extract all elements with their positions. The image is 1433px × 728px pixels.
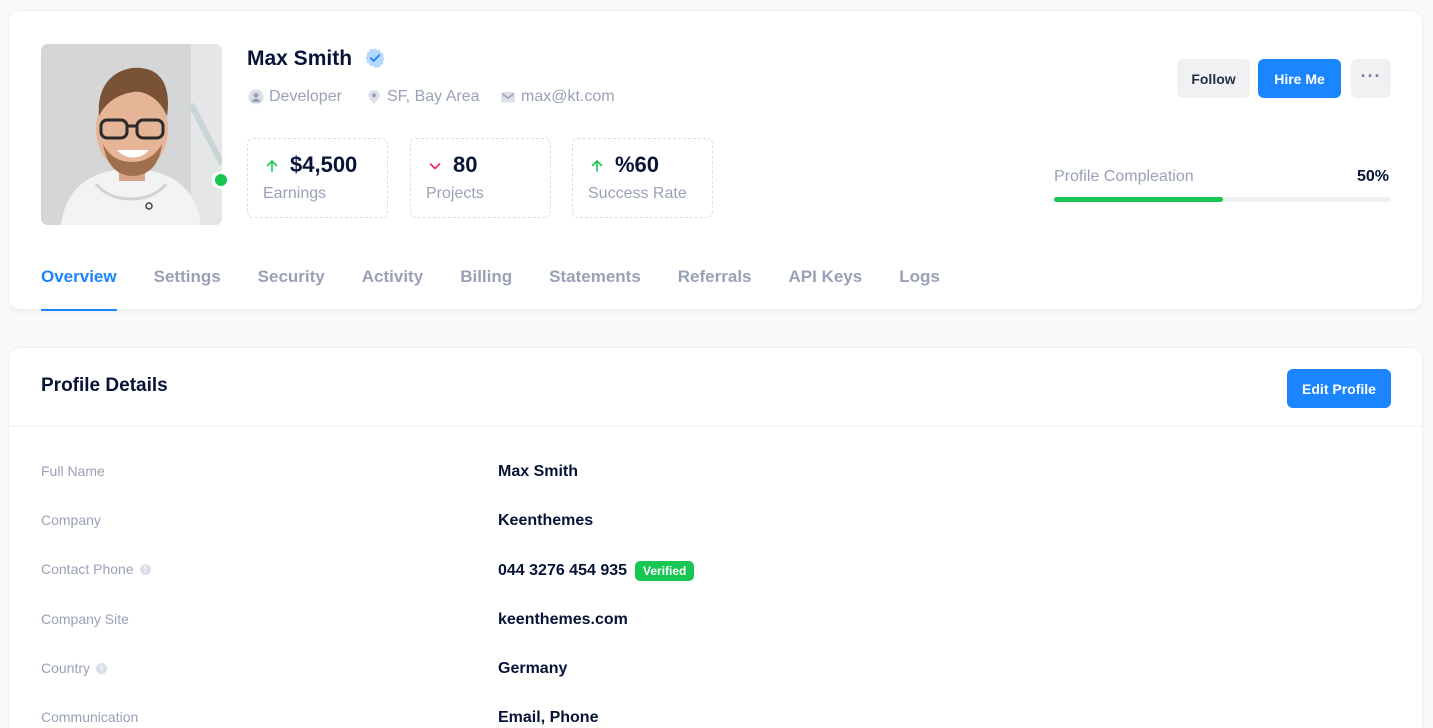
stat-earnings: $4,500 Earnings [247, 138, 388, 218]
arrow-up-icon [266, 160, 278, 172]
tab-activity[interactable]: Activity [362, 254, 423, 311]
detail-row: Contact Phone! 044 3276 454 935 Verified [9, 561, 1422, 585]
user-icon [248, 89, 264, 105]
detail-value: Max Smith [498, 463, 578, 481]
profile-email-text: max@kt.com [521, 88, 615, 105]
verified-badge-icon [365, 48, 385, 68]
detail-label-text: Contact Phone [41, 561, 134, 577]
stat-value: 80 [453, 152, 478, 177]
arrow-up-icon [591, 160, 603, 172]
tab-referrals[interactable]: Referrals [678, 254, 752, 311]
follow-button[interactable]: Follow [1177, 59, 1250, 98]
detail-label: Full Name [41, 463, 105, 479]
profile-details-title: Profile Details [41, 375, 168, 396]
profile-role: Developer [248, 87, 342, 107]
detail-value: Email, Phone [498, 709, 598, 727]
profile-completion-bar [1054, 197, 1391, 202]
tab-statements[interactable]: Statements [549, 254, 641, 311]
detail-label: Communication [41, 709, 138, 725]
detail-value-text: keenthemes.com [498, 611, 628, 628]
info-icon[interactable]: ! [96, 662, 108, 674]
profile-header-card: Max Smith Developer SF, Bay Area max@kt.… [8, 10, 1423, 311]
tab-logs[interactable]: Logs [899, 254, 940, 311]
stat-value: $4,500 [290, 152, 358, 177]
profile-location-text: SF, Bay Area [387, 88, 480, 105]
detail-row: Country! Germany [9, 660, 1422, 684]
online-status-dot [212, 171, 230, 189]
stat-label: Projects [426, 185, 484, 202]
detail-label-text: Full Name [41, 463, 105, 479]
detail-row: Full Name Max Smith [9, 463, 1422, 487]
detail-label: Company [41, 512, 101, 528]
detail-label-text: Company [41, 512, 101, 528]
profile-completion-label: Profile Compleation [1054, 168, 1194, 185]
detail-row: Communication Email, Phone [9, 709, 1422, 728]
profile-completion-fill [1054, 197, 1223, 202]
map-pin-icon [368, 90, 380, 104]
avatar-photo [41, 44, 222, 225]
tab-overview[interactable]: Overview [41, 254, 117, 311]
envelope-icon [501, 92, 515, 103]
detail-row: Company Site keenthemes.com [9, 611, 1422, 635]
tab-api-keys[interactable]: API Keys [789, 254, 863, 311]
detail-value-text: Germany [498, 660, 568, 677]
detail-value: Keenthemes [498, 512, 593, 530]
hire-me-button[interactable]: Hire Me [1258, 59, 1341, 98]
detail-value: Germany [498, 660, 567, 678]
tab-billing[interactable]: Billing [460, 254, 512, 311]
info-icon[interactable]: ! [139, 563, 151, 575]
detail-label-text: Country [41, 660, 91, 676]
detail-value: 044 3276 454 935 Verified [498, 561, 695, 581]
more-options-button[interactable]: ··· [1351, 59, 1391, 98]
edit-profile-button[interactable]: Edit Profile [1287, 369, 1391, 408]
profile-details-card: Profile Details Edit Profile Full Name Ma… [8, 347, 1423, 728]
verified-badge: Verified [635, 561, 695, 581]
stat-success-rate: %60 Success Rate [572, 138, 713, 218]
arrow-down-icon [429, 163, 441, 170]
detail-value-text: Email, Phone [498, 709, 599, 726]
stat-label: Earnings [263, 185, 327, 202]
detail-value-text: Keenthemes [498, 512, 594, 529]
tab-security[interactable]: Security [258, 254, 325, 311]
dots-horizontal-icon: ··· [1360, 65, 1382, 86]
profile-email: max@kt.com [500, 87, 615, 107]
detail-label: Country! [41, 660, 108, 676]
tab-settings[interactable]: Settings [154, 254, 221, 311]
divider [9, 426, 1422, 427]
detail-label-text: Communication [41, 709, 139, 725]
detail-value-text: 044 3276 454 935 [498, 562, 628, 579]
detail-label: Company Site [41, 611, 129, 627]
profile-role-text: Developer [269, 88, 342, 105]
profile-name: Max Smith [247, 47, 353, 70]
profile-completion-value: 50% [1356, 168, 1389, 185]
stat-projects: 80 Projects [410, 138, 551, 218]
detail-value-text: Max Smith [498, 463, 579, 480]
profile-tabs: Overview Settings Security Activity Billing S… [41, 254, 977, 311]
detail-label-text: Company Site [41, 611, 129, 627]
avatar [41, 44, 222, 225]
detail-value: keenthemes.com [498, 611, 628, 629]
profile-location: SF, Bay Area [366, 87, 480, 107]
stat-value: %60 [615, 152, 660, 177]
detail-row: Company Keenthemes [9, 512, 1422, 536]
stat-label: Success Rate [588, 185, 687, 202]
detail-label: Contact Phone! [41, 561, 151, 577]
